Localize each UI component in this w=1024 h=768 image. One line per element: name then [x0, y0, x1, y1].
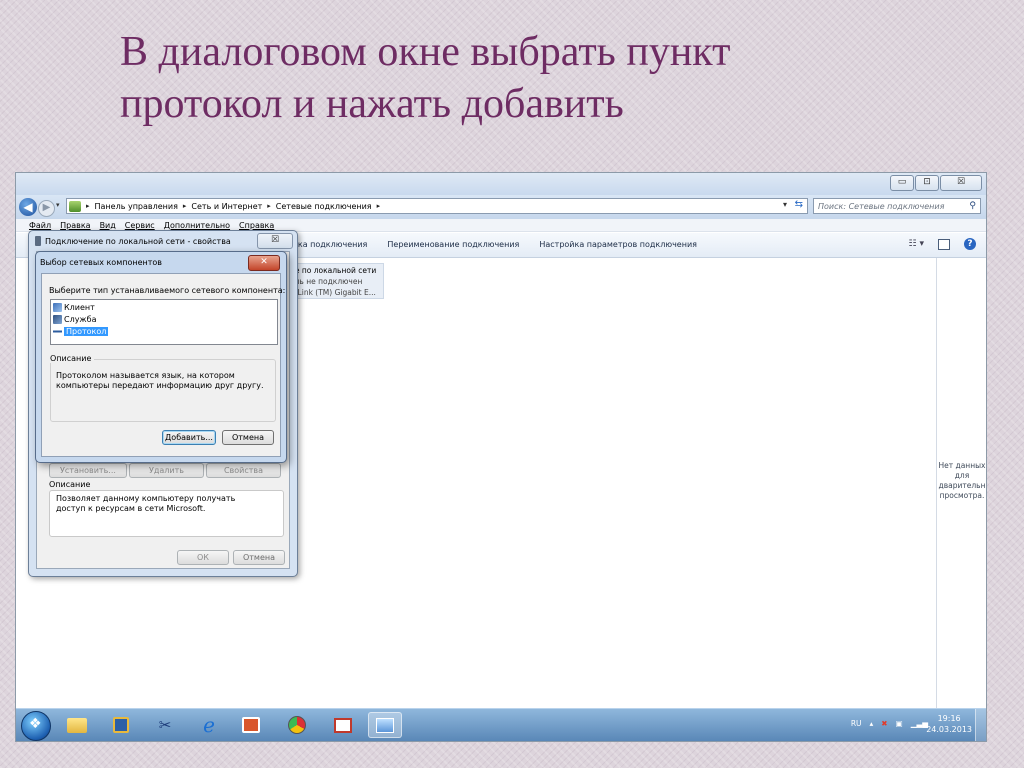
menu-file[interactable]: Файл: [29, 221, 51, 230]
change-view-icon[interactable]: ☷ ▾: [909, 239, 924, 249]
internet-explorer-icon[interactable]: ℯ: [192, 712, 226, 738]
close-button[interactable]: ☒: [940, 175, 982, 191]
slide-title-line-2: протокол и нажать добавить: [120, 81, 624, 127]
component-dialog-title: Выбор сетевых компонентов: [40, 258, 163, 267]
address-bar[interactable]: ▸ Панель управления ▸ Сеть и Интернет ▸ …: [66, 198, 808, 214]
forward-button[interactable]: ▶: [38, 200, 55, 217]
window-controls: ▭ ⊡ ☒: [890, 175, 982, 191]
address-dropdown-icon[interactable]: ▾: [783, 200, 787, 209]
component-cancel-button[interactable]: Отмена: [222, 430, 274, 445]
preview-empty-text: Нет данных для дварительн просмотра.: [938, 461, 986, 500]
command-icons: ☷ ▾ ?: [909, 238, 976, 250]
command-settings[interactable]: Настройка параметров подключения: [539, 240, 697, 249]
command-rename[interactable]: Переименование подключения: [387, 240, 519, 249]
connection-adapter: etLink (TM) Gigabit E...: [290, 288, 376, 297]
system-tray: RU ▴ ✖ ▣ ▁▃▅: [851, 719, 928, 728]
list-item-service[interactable]: Служба: [53, 314, 96, 325]
component-close-button[interactable]: ✕: [248, 255, 280, 271]
connection-name: ие по локальной сети: [290, 266, 377, 275]
connection-status: ель не подключен: [290, 277, 363, 286]
slide-title-line-1: В диалоговом окне выбрать пункт: [120, 29, 731, 75]
breadcrumb-arrow-icon[interactable]: ▸: [267, 202, 271, 210]
component-description-text: Протоколом называется язык, на котором к…: [56, 371, 264, 390]
preview-pane-icon[interactable]: [938, 238, 950, 250]
refresh-icon[interactable]: ⇆: [795, 199, 803, 210]
minimize-button[interactable]: ▭: [890, 175, 914, 191]
breadcrumb-network-connections[interactable]: Сетевые подключения: [276, 202, 372, 211]
search-icon[interactable]: ⚲: [969, 201, 976, 211]
properties-button[interactable]: Свойства: [206, 463, 281, 478]
language-indicator[interactable]: RU: [851, 719, 862, 728]
network-tray-icon[interactable]: ✖: [881, 719, 887, 728]
list-item-label: Служба: [64, 315, 97, 324]
tray-expand-icon[interactable]: ▴: [870, 719, 874, 728]
properties-description-text: Позволяет данному компьютеру получать до…: [56, 494, 236, 513]
slide-title: В диалоговом окне выбрать пункт протокол…: [120, 26, 940, 130]
clock[interactable]: 19:16 24.03.2013: [926, 713, 972, 735]
clock-time: 19:16: [937, 714, 961, 723]
list-item-label: Клиент: [64, 303, 95, 312]
menu-edit[interactable]: Правка: [60, 221, 90, 230]
properties-description-label: Описание: [49, 480, 91, 489]
start-button[interactable]: [21, 711, 51, 741]
network-folder-icon: [69, 200, 81, 212]
remove-button[interactable]: Удалить: [129, 463, 204, 478]
preview-pane: Нет данных для дварительн просмотра.: [936, 258, 986, 708]
address-row: ◀ ▶ ▾ ▸ Панель управления ▸ Сеть и Интер…: [16, 195, 986, 219]
properties-cancel-button[interactable]: Отмена: [233, 550, 285, 565]
tools-icon[interactable]: ✂: [148, 712, 182, 738]
list-item-client[interactable]: Клиент: [53, 302, 95, 313]
menu-service[interactable]: Сервис: [125, 221, 155, 230]
command-items: тика подключения Переименование подключе…: [288, 240, 697, 249]
component-type-list[interactable]: Клиент Служба Протокол: [50, 299, 278, 345]
component-prompt: Выберите тип устанавливаемого сетевого к…: [49, 286, 286, 295]
component-description-group: Описание Протоколом называется язык, на …: [50, 354, 276, 422]
properties-dialog-titlebar: Подключение по локальной сети - свойства: [35, 236, 231, 246]
network-connections-task-icon[interactable]: [368, 712, 402, 738]
component-dialog: Выбор сетевых компонентов ✕ Выберите тип…: [35, 251, 287, 463]
protocol-icon: [53, 327, 62, 336]
search-input[interactable]: Поиск: Сетевые подключения ⚲: [813, 198, 981, 214]
breadcrumb-arrow-icon[interactable]: ▸: [183, 202, 187, 210]
media-player-icon[interactable]: [104, 712, 138, 738]
client-icon: [53, 303, 62, 312]
explorer-folder-icon[interactable]: [60, 712, 94, 738]
command-diagnose[interactable]: тика подключения: [288, 240, 367, 249]
clock-date: 24.03.2013: [926, 725, 972, 734]
menu-help[interactable]: Справка: [239, 221, 274, 230]
breadcrumb-arrow-icon[interactable]: ▸: [377, 202, 381, 210]
history-dropdown-icon[interactable]: ▾: [56, 201, 60, 209]
ok-button[interactable]: ОК: [177, 550, 229, 565]
show-desktop-button[interactable]: [975, 709, 986, 741]
service-icon: [53, 315, 62, 324]
chrome-icon[interactable]: [280, 712, 314, 738]
list-item-label: Протокол: [64, 327, 109, 336]
help-icon[interactable]: ?: [964, 238, 976, 250]
explorer-screenshot: ▭ ⊡ ☒ ◀ ▶ ▾ ▸ Панель управления ▸ Сеть и…: [15, 172, 987, 742]
list-item-protocol[interactable]: Протокол: [53, 326, 109, 337]
breadcrumb-control-panel[interactable]: Панель управления: [95, 202, 178, 211]
component-dialog-body: Выберите тип устанавливаемого сетевого к…: [41, 273, 285, 457]
search-placeholder: Поиск: Сетевые подключения: [818, 201, 945, 211]
component-description-label: Описание: [50, 354, 95, 363]
menu-advanced[interactable]: Дополнительно: [164, 221, 230, 230]
properties-dialog-title: Подключение по локальной сети - свойства: [45, 236, 231, 246]
properties-close-button[interactable]: ☒: [257, 233, 293, 249]
window-titlebar: ▭ ⊡ ☒: [16, 173, 986, 195]
properties-description-box: Позволяет данному компьютеру получать до…: [49, 490, 284, 537]
app-window-icon[interactable]: [326, 712, 360, 738]
connection-tile[interactable]: ие по локальной сети ель не подключен et…: [286, 263, 384, 299]
properties-description-group: Описание Позволяет данному компьютеру по…: [49, 480, 284, 537]
menu-view[interactable]: Вид: [100, 221, 116, 230]
volume-tray-icon[interactable]: ▣: [896, 719, 903, 728]
presentation-app-icon[interactable]: [234, 712, 268, 738]
install-button[interactable]: Установить...: [49, 463, 127, 478]
breadcrumb-arrow-icon[interactable]: ▸: [86, 202, 90, 210]
add-button[interactable]: Добавить...: [162, 430, 216, 445]
network-adapter-icon: [35, 236, 41, 246]
breadcrumb-network-internet[interactable]: Сеть и Интернет: [191, 202, 262, 211]
taskbar: ✂ ℯ RU ▴ ✖ ▣ ▁▃▅ 19:16 24.03.2013: [16, 708, 986, 741]
maximize-button[interactable]: ⊡: [915, 175, 939, 191]
back-button[interactable]: ◀: [19, 198, 37, 216]
